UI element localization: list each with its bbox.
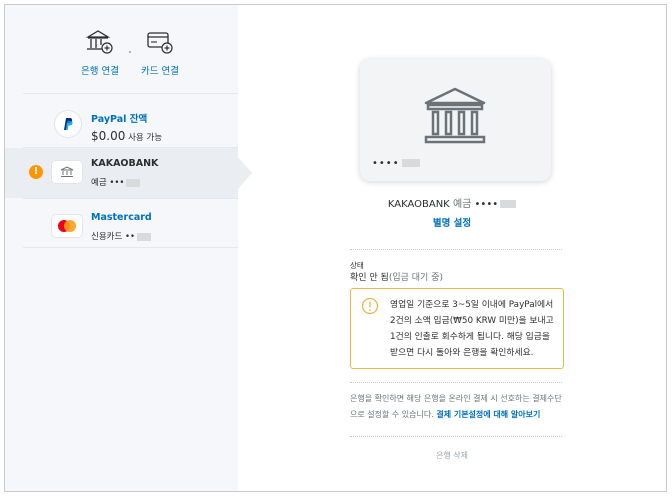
- account-name: Mastercard: [91, 212, 152, 223]
- account-paypal-balance[interactable]: PayPal 잔액 $0.00 사용 가능: [5, 101, 238, 151]
- paypal-logo-icon: [55, 111, 81, 137]
- remove-bank-link[interactable]: 은행 삭제: [238, 450, 666, 461]
- status-value: 확인 안 됨(입금 대기 중): [350, 273, 443, 283]
- bank-icon: [52, 161, 82, 183]
- divider: [350, 436, 562, 437]
- card-add-icon: [147, 32, 173, 54]
- divider: [350, 382, 562, 383]
- bank-icon: [424, 87, 486, 144]
- sidebar: 은행 연결 카드 연결 PayPal 잔액 $0.00 사용 가능 ! KAKA…: [5, 5, 252, 491]
- payment-preferences-link[interactable]: 결제 기본설정에 대해 알아보기: [436, 410, 540, 419]
- alert-icon: [361, 297, 379, 315]
- warning-icon: !: [29, 165, 43, 179]
- divider: [23, 93, 238, 94]
- account-name: PayPal 잔액: [91, 114, 148, 125]
- bank-add-icon: [85, 30, 113, 54]
- window-frame: 은행 연결 카드 연결 PayPal 잔액 $0.00 사용 가능 ! KAKA…: [4, 4, 667, 492]
- account-balance: $0.00 사용 가능: [91, 129, 163, 143]
- account-kakaobank[interactable]: ! KAKAOBANK 예금 •••: [5, 148, 238, 198]
- set-nickname-link[interactable]: 별명 설정: [238, 215, 666, 229]
- mastercard-logo-icon: [52, 215, 82, 237]
- bank-card-visual: ••••: [360, 59, 551, 181]
- link-card-label: 카드 연결: [141, 66, 179, 77]
- account-detail: 예금 •••: [91, 176, 141, 188]
- bank-caption: KAKAOBANK 예금 ••••: [238, 195, 666, 210]
- card-masked-number: ••••: [372, 158, 420, 169]
- preferred-info: 은행을 확인하면 해당 은행을 온라인 결제 시 선호하는 결제수단으로 설정할…: [350, 394, 562, 419]
- divider: [23, 247, 238, 248]
- account-detail-panel: •••• KAKAOBANK 예금 •••• 별명 설정 상태 확인 안 됨(입…: [238, 5, 666, 491]
- notice-text: 영업일 기준으로 3~5일 이내에 PayPal에서 2건의 소액 입금(₩50…: [390, 300, 554, 358]
- account-mastercard[interactable]: Mastercard 신용카드 ••: [5, 202, 238, 252]
- account-name: KAKAOBANK: [91, 158, 159, 169]
- link-actions: 은행 연결 카드 연결: [5, 19, 238, 89]
- account-detail: 신용카드 ••: [91, 230, 152, 242]
- deposit-notice: 영업일 기준으로 3~5일 이내에 PayPal에서 2건의 소액 입금(₩50…: [350, 288, 564, 369]
- divider: [23, 198, 238, 199]
- divider: [350, 249, 562, 250]
- link-card-button[interactable]: 카드 연결: [125, 29, 195, 77]
